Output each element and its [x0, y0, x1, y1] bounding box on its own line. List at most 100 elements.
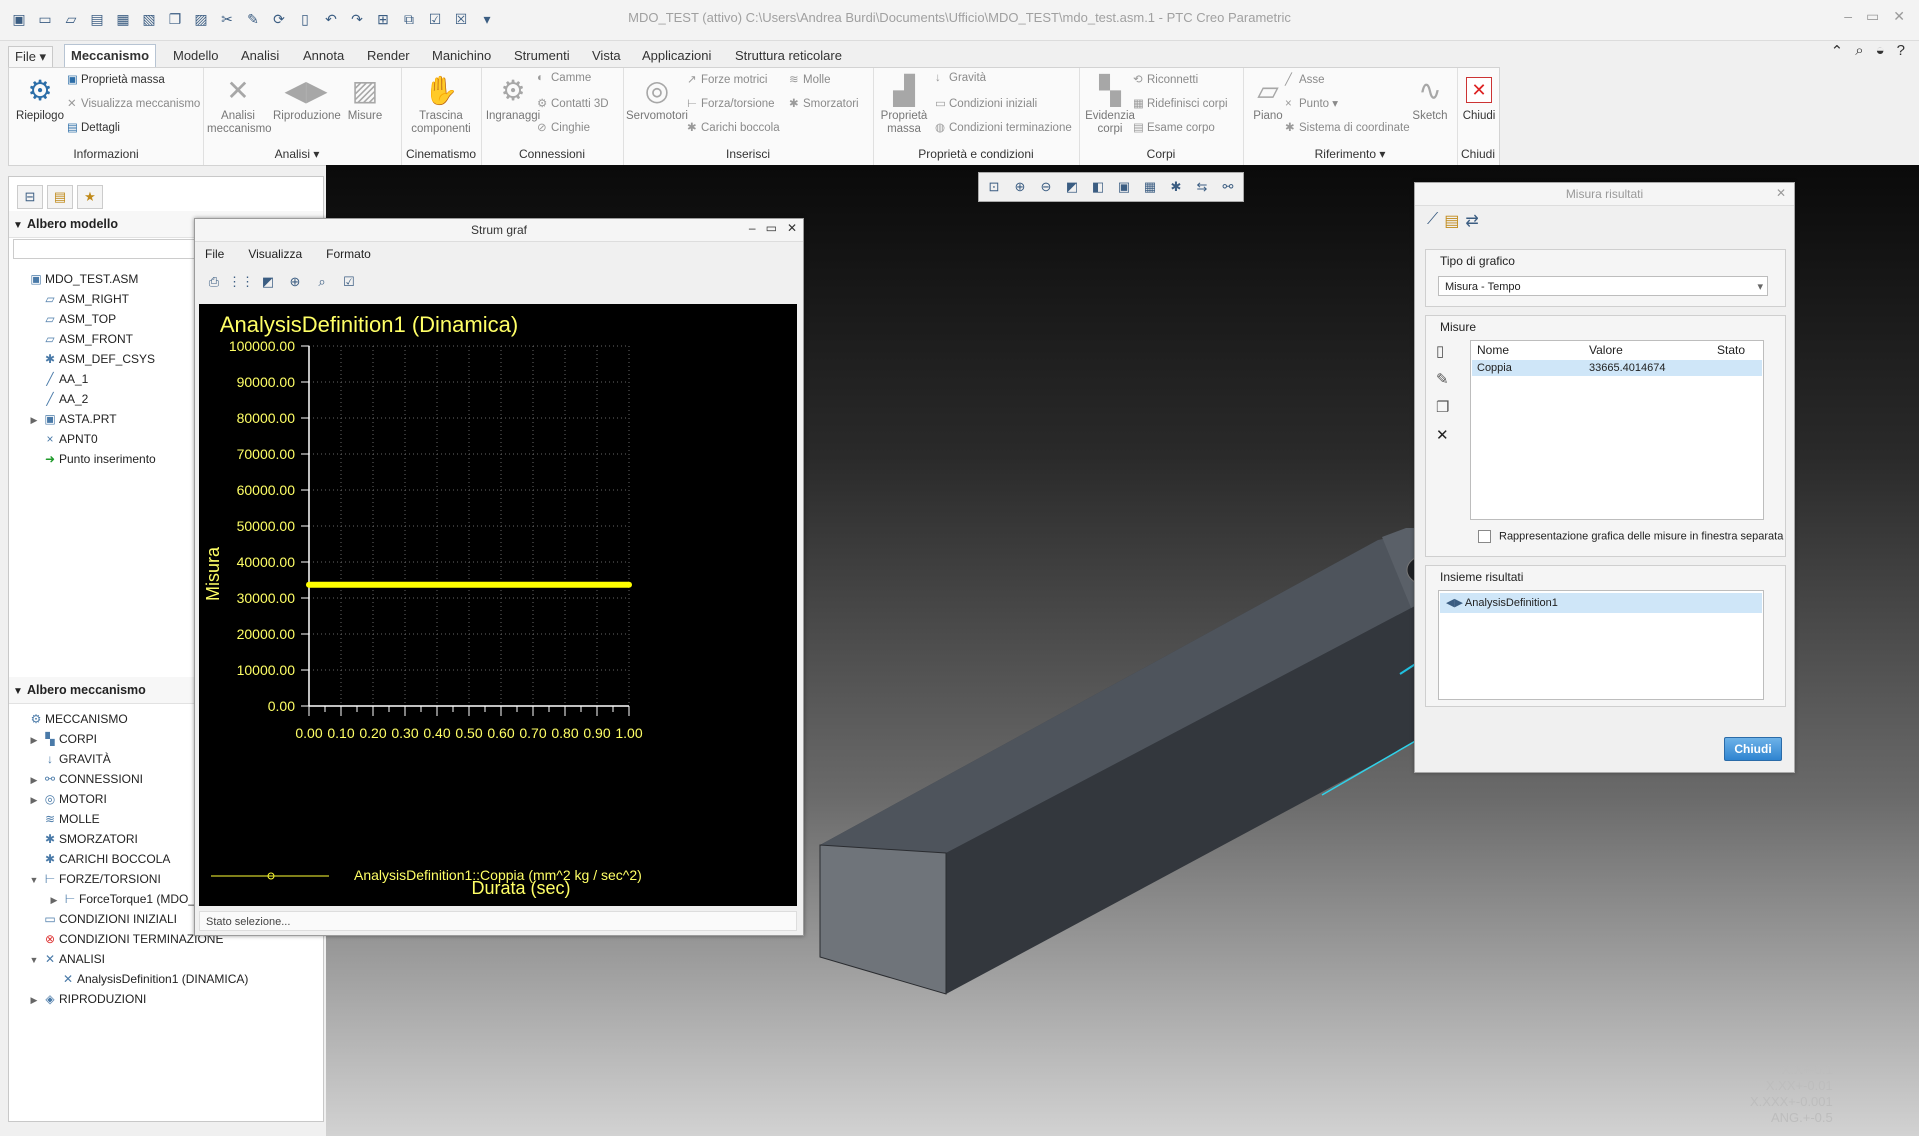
smorzatori-button[interactable]: ✱ Smorzatori	[789, 96, 859, 110]
servomotori-button[interactable]: ◎ Servomotori	[625, 72, 689, 123]
tree-item-asm-right[interactable]: ▱ ASM_RIGHT	[27, 289, 129, 309]
view-manager-icon[interactable]: ▦	[1138, 176, 1162, 198]
table-row[interactable]: Coppia 33665.4014674	[1472, 360, 1762, 376]
tree-item-asm-def-csys[interactable]: ✱ ASM_DEF_CSYS	[27, 349, 155, 369]
esame-corpo-button[interactable]: ▤ Esame corpo	[1133, 120, 1215, 134]
expand-icon[interactable]: ▶	[27, 770, 41, 790]
zoom-refit-icon[interactable]: ⌕	[311, 271, 333, 293]
column-header-stato[interactable]: Stato	[1717, 343, 1745, 357]
sketch-button[interactable]: ∿ Sketch	[1407, 72, 1453, 123]
graph-menu-visualizza[interactable]: Visualizza	[248, 247, 302, 261]
favorites-tab-icon[interactable]: ★	[77, 185, 103, 209]
riconnetti-button[interactable]: ⟲ Riconnetti	[1133, 72, 1198, 86]
mechanism-display-icon[interactable]: ⚯	[1216, 176, 1240, 198]
forza-torsione-button[interactable]: ⊢ Forza/torsione	[687, 96, 775, 110]
mech-item-motori[interactable]: ▶ ◎ MOTORI	[27, 789, 107, 809]
mech-item-corpi[interactable]: ▶ ▚ CORPI	[27, 729, 97, 749]
mech-item-gravita[interactable]: ↓ GRAVITÀ	[27, 749, 111, 769]
mech-item-forze-torsioni[interactable]: ▼ ⊢ FORZE/TORSIONI	[27, 869, 161, 889]
expand-icon[interactable]: ▶	[27, 410, 41, 430]
condizioni-terminazione-button[interactable]: ◍ Condizioni terminazione	[935, 120, 1072, 134]
misure-button[interactable]: ▨ Misure	[343, 72, 387, 123]
maximize-icon[interactable]: ▭	[766, 221, 777, 235]
ingranaggi-button[interactable]: ⚙ Ingranaggi	[483, 72, 543, 123]
tab-file[interactable]: File ▾	[8, 46, 54, 68]
format-icon[interactable]: ☑	[338, 271, 360, 293]
minimize-ribbon-icon[interactable]: ⌃	[1831, 42, 1844, 60]
camme-button[interactable]: ◐ Camme	[537, 72, 591, 84]
tab-strumenti[interactable]: Strumenti	[508, 46, 576, 66]
group-label-analisi[interactable]: Analisi ▾	[203, 147, 391, 161]
graph-icon[interactable]: ⟋	[1427, 211, 1438, 231]
mech-item-forcetorque1[interactable]: ▶ ⊢ ForceTorque1 (MDO_T	[47, 889, 203, 910]
tree-item-asm-top[interactable]: ▱ ASM_TOP	[27, 309, 116, 329]
plot-area[interactable]: AnalysisDefinition1 (Dinamica) 0.00 10000…	[199, 304, 797, 906]
mech-item-analisi[interactable]: ▼ ✕ ANALISI	[27, 949, 106, 970]
tab-analisi[interactable]: Analisi	[235, 46, 285, 66]
visualizza-meccanismo-button[interactable]: ✕ Visualizza meccanismo	[67, 96, 200, 110]
repaint-icon[interactable]: ◩	[257, 271, 279, 293]
mech-item-smorzatori[interactable]: ✱ SMORZATORI	[27, 829, 138, 849]
tree-item-apnt0[interactable]: × APNT0	[27, 429, 97, 449]
open-folder-icon[interactable]: ▤	[1444, 211, 1459, 231]
tree-item-mdo-test[interactable]: ▣ MDO_TEST.ASM	[13, 269, 138, 289]
expand-icon[interactable]: ▶	[27, 790, 41, 810]
forze-motrici-button[interactable]: ↗ Forze motrici	[687, 72, 767, 86]
mech-item-connessioni[interactable]: ▶ ⚯ CONNESSIONI	[27, 769, 143, 789]
gravita-button[interactable]: ↓ Gravità	[935, 72, 986, 84]
condizioni-iniziali-button[interactable]: ▭ Condizioni iniziali	[935, 96, 1037, 110]
mech-item-carichi-boccola[interactable]: ✱ CARICHI BOCCOLA	[27, 849, 170, 869]
analisi-meccanismo-button[interactable]: ✕ Analisi meccanismo	[207, 72, 272, 136]
saved-orientations-icon[interactable]: ▣	[1112, 176, 1136, 198]
riproduzione-button[interactable]: ◀▶ Riproduzione	[273, 72, 341, 123]
delete-measure-icon[interactable]: ✕	[1436, 426, 1449, 444]
close-icon[interactable]: ✕	[1893, 8, 1905, 25]
sistema-coordinate-button[interactable]: ✱ Sistema di coordinate	[1285, 120, 1410, 134]
expand-icon[interactable]: ▶	[47, 890, 61, 910]
chiudi-ribbon-button[interactable]: ✕ Chiudi	[1459, 72, 1499, 122]
separate-window-checkbox[interactable]: Rappresentazione grafica delle misure in…	[1478, 530, 1783, 543]
list-item[interactable]: ◀▶ AnalysisDefinition1	[1440, 593, 1762, 613]
graph-type-dropdown[interactable]: Misura - Tempo ▾	[1438, 276, 1768, 296]
tab-annota[interactable]: Annota	[297, 46, 350, 66]
graph-menu-formato[interactable]: Formato	[326, 247, 371, 261]
column-header-valore[interactable]: Valore	[1589, 343, 1623, 357]
contatti-3d-button[interactable]: ⚙ Contatti 3D	[537, 96, 609, 110]
tab-applicazioni[interactable]: Applicazioni	[636, 46, 717, 66]
chiudi-button[interactable]: Chiudi	[1724, 737, 1782, 761]
tab-meccanismo[interactable]: Meccanismo	[64, 44, 157, 68]
tab-render[interactable]: Render	[361, 46, 416, 66]
zoom-out-icon[interactable]: ⊖	[1034, 176, 1058, 198]
zoom-in-icon[interactable]: ⊕	[284, 271, 306, 293]
maximize-icon[interactable]: ▭	[1866, 8, 1879, 25]
display-style-icon[interactable]: ◧	[1086, 176, 1110, 198]
print-icon[interactable]: ⎙	[203, 271, 225, 293]
refit-icon[interactable]: ⊡	[982, 176, 1006, 198]
collapse-icon[interactable]: ▼	[27, 950, 41, 970]
trascina-componenti-button[interactable]: ✋ Trascina componenti	[405, 72, 477, 136]
dettagli-button[interactable]: ▤ Dettagli	[67, 120, 120, 134]
mech-item-molle[interactable]: ≋ MOLLE	[27, 809, 100, 829]
export-icon[interactable]: ⇄	[1465, 211, 1478, 231]
evidenzia-corpi-button[interactable]: ▚ Evidenzia corpi	[1081, 72, 1139, 136]
mech-item-riproduzioni[interactable]: ▶ ◈ RIPRODUZIONI	[27, 989, 147, 1009]
mech-item-analysisdefinition1[interactable]: ✕ AnalysisDefinition1 (DINAMICA)	[59, 969, 248, 989]
column-header-nome[interactable]: Nome	[1477, 343, 1509, 357]
punto-button[interactable]: × Punto ▾	[1285, 96, 1338, 110]
tab-vista[interactable]: Vista	[586, 46, 627, 66]
expand-icon[interactable]: ▶	[27, 730, 41, 750]
tree-item-aa-1[interactable]: ╱ AA_1	[27, 369, 88, 389]
minimize-icon[interactable]: –	[749, 221, 756, 235]
mech-item-meccanismo[interactable]: ⚙ MECCANISMO	[13, 709, 128, 729]
proprieta-massa-large-button[interactable]: ▟ Proprietà massa	[875, 72, 933, 136]
group-label-riferimento[interactable]: Riferimento ▾	[1243, 147, 1457, 161]
tree-item-punto-inserimento[interactable]: ➜ Punto inserimento	[27, 449, 156, 469]
help-center-icon[interactable]: ◒	[1876, 42, 1885, 60]
checkbox[interactable]	[1478, 530, 1491, 543]
carichi-boccola-button[interactable]: ✱ Carichi boccola	[687, 120, 780, 134]
model-tree-search-input[interactable]	[13, 239, 205, 259]
edit-measure-icon[interactable]: ✎	[1436, 370, 1449, 388]
mech-item-condizioni-iniziali[interactable]: ▭ CONDIZIONI INIZIALI	[27, 909, 177, 929]
folder-browser-tab-icon[interactable]: ▤	[47, 185, 73, 209]
tab-manichino[interactable]: Manichino	[426, 46, 497, 66]
